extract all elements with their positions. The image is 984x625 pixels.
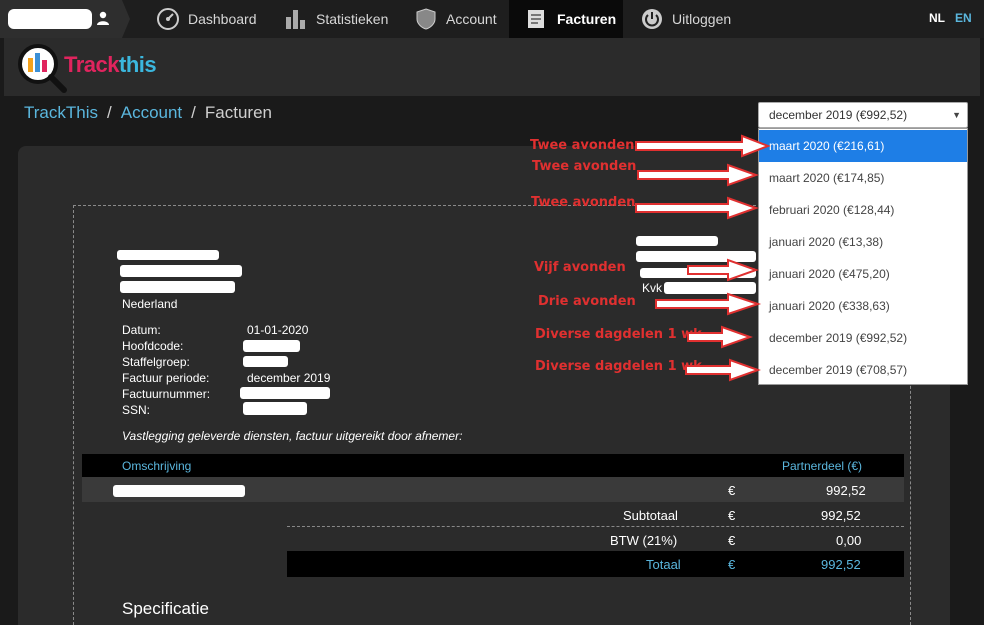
arrow-right-icon xyxy=(635,134,771,158)
arrow-right-icon xyxy=(637,163,759,187)
arrow-right-icon xyxy=(687,258,759,282)
arrow-right-icon xyxy=(687,325,753,349)
arrow-right-icon xyxy=(685,358,761,382)
arrow-right-icon xyxy=(635,196,759,220)
arrow-right-icon xyxy=(655,292,762,316)
annotation-arrows xyxy=(635,134,771,382)
